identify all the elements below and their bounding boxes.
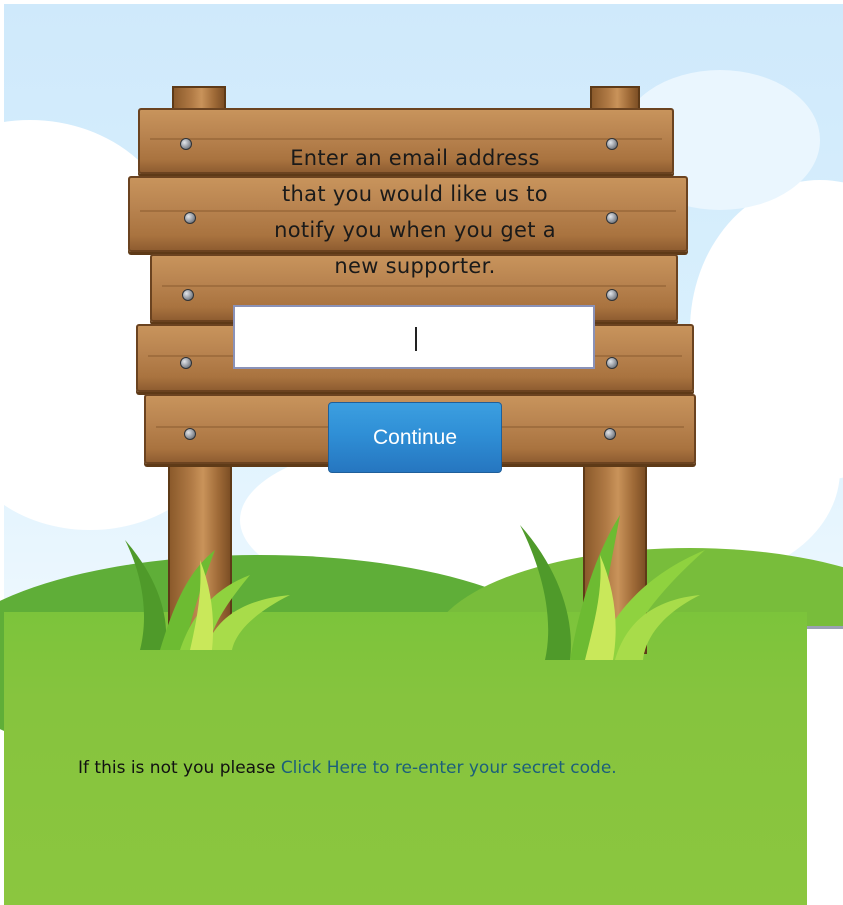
nail-icon: [180, 357, 192, 369]
grass-tuft-icon: [520, 515, 705, 660]
nail-icon: [606, 289, 618, 301]
nail-icon: [180, 138, 192, 150]
sign-line: notify you when you get a: [274, 218, 556, 242]
email-input[interactable]: [233, 305, 595, 369]
grass-tuft-icon: [125, 540, 290, 650]
footer-prefix: If this is not you please: [78, 758, 281, 778]
continue-button[interactable]: Continue: [328, 402, 502, 473]
nail-icon: [184, 212, 196, 224]
sign-line: new supporter.: [334, 254, 496, 278]
nail-icon: [182, 289, 194, 301]
nail-icon: [606, 212, 618, 224]
sign-message: Enter an email address that you would li…: [235, 140, 595, 284]
nail-icon: [606, 138, 618, 150]
nail-icon: [606, 357, 618, 369]
nail-icon: [604, 428, 616, 440]
sign-line: Enter an email address: [290, 146, 540, 170]
footer-message: If this is not you please Click Here to …: [78, 758, 617, 778]
scene: Enter an email address that you would li…: [0, 0, 843, 905]
re-enter-code-link[interactable]: Click Here to re-enter your secret code.: [281, 758, 617, 778]
sign-line: that you would like us to: [282, 182, 548, 206]
nail-icon: [184, 428, 196, 440]
right-panel: [807, 626, 843, 905]
text-cursor: [415, 327, 417, 351]
